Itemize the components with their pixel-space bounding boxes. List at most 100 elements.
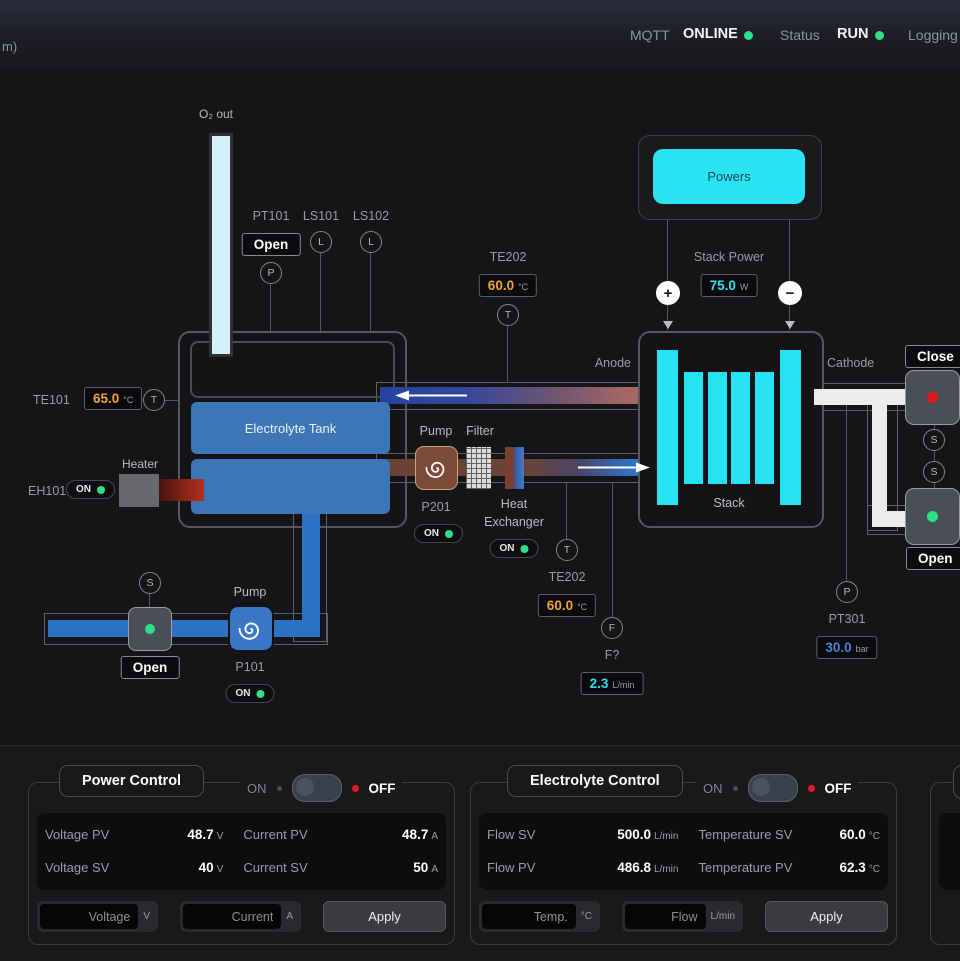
pump201-icon[interactable] [415,446,458,490]
electrolyte-apply-button[interactable]: Apply [765,901,888,932]
cathode-open-button[interactable]: Open [906,547,960,570]
pt301-connector-line [846,405,847,581]
flow-input-unit: L/min [706,911,740,922]
te202-top-value: 60.0 [488,278,514,293]
heat-exchanger-label-1: Heat [501,497,527,511]
off-indicator-dot [808,785,815,792]
pump-spiral-icon [237,615,265,643]
cathode-close-button[interactable]: Close [905,345,960,368]
power-toggle[interactable] [292,774,342,802]
heater-element [159,479,204,501]
third-control-panel: An [930,782,960,945]
on-indicator-dot [733,786,738,791]
stack-plate [780,350,801,505]
voltage-sv-label: Voltage SV [45,860,137,875]
pump101-icon[interactable] [228,605,274,652]
te101-connector-line [165,400,178,401]
on-indicator-dot [277,786,282,791]
te202-bottom-unit: °C [577,602,587,612]
current-input[interactable] [183,904,281,929]
tank-outlet-pipe-vertical [302,512,320,637]
voltage-input-unit: V [138,911,155,922]
voltage-pv-value: 48.7V [137,826,223,844]
pt101-label: PT101 [253,209,290,223]
cathode-valve-bottom[interactable] [905,488,960,545]
electrolyte-control-toggle-row: ON OFF [697,774,858,802]
stack-cell [755,372,774,484]
electrolyte-toggle[interactable] [748,774,798,802]
third-panel-data-box: An [939,813,960,890]
status-label: Status [780,27,820,43]
voltage-input[interactable] [40,904,138,929]
temperature-sv-value: 60.0°C [814,826,880,844]
electrolyte-data-box: Flow SV 500.0L/min Temperature SV 60.0°C… [479,813,888,890]
flow-sv-value: 500.0L/min [578,826,678,844]
te202-bottom-value: 60.0 [547,598,573,613]
toggle-knob [296,778,314,796]
valve-open-dot [927,511,938,522]
stack-cell [708,372,727,484]
solenoid-icon: S [923,461,945,483]
temperature-pv-value: 62.3°C [814,859,880,877]
power-apply-button[interactable]: Apply [323,901,446,932]
pump-spiral-icon [424,455,450,481]
te202-bottom-connector-line [566,482,567,539]
temperature-input-group: °C [479,901,600,932]
heater-body[interactable] [119,474,159,507]
flow-unit: L/min [612,680,634,690]
power-control-toggle-row: ON OFF [241,774,402,802]
eh101-green-dot [97,486,105,494]
electrolyte-control-title: Electrolyte Control [507,765,683,797]
filter-icon[interactable] [466,447,491,489]
temperature-input[interactable] [482,904,576,929]
stack-power-value-box: 75.0 W [701,274,758,297]
voltage-input-group: V [37,901,158,932]
te101-value: 65.0 [93,391,119,406]
tank-outlet-valve[interactable] [128,607,172,651]
heat-exchanger-icon[interactable] [505,447,524,489]
minus-terminal-icon[interactable]: − [778,281,802,305]
electrolyte-input-row: °C L/min Apply [479,901,888,932]
off-label: OFF [825,781,852,796]
mqtt-status-value: ONLINE [683,26,738,42]
tank-liquid-upper: Electrolyte Tank [191,402,390,454]
flow-pv-label: Flow PV [487,860,578,875]
plus-terminal-icon[interactable]: + [656,281,680,305]
status-value: RUN [837,26,868,42]
te101-label: TE101 [33,393,70,407]
pump101-label: Pump [234,585,267,599]
cathode-valve-top[interactable] [905,370,960,425]
tank-outlet-open-button[interactable]: Open [121,656,180,679]
flow-sv-label: Flow SV [487,827,578,842]
heater-label: Heater [122,457,158,471]
electrolyte-control-panel: Electrolyte Control ON OFF Flow SV 500.0… [470,782,897,945]
o2-pipe [209,133,233,357]
flow-input-group: L/min [622,901,743,932]
temperature-pv-label: Temperature PV [678,860,814,875]
powers-button[interactable]: Powers [653,149,805,204]
p101-on-text: ON [236,688,251,699]
current-sv-label: Current SV [223,860,360,875]
te101-value-box: 65.0 °C [84,387,142,410]
level-sensor-icon: L [360,231,382,253]
flow-input[interactable] [625,904,706,929]
table-row: Flow PV 486.8L/min Temperature PV 62.3°C [487,859,880,877]
pressure-sensor-icon: P [836,581,858,603]
te202-top-value-box: 60.0 °C [479,274,537,297]
current-input-unit: A [281,911,298,922]
status-run-dot [875,31,884,40]
temperature-sensor-icon: T [556,539,578,561]
pressure-sensor-icon: P [260,262,282,284]
third-panel-title [953,765,960,799]
table-row: Voltage SV 40V Current SV 50A [45,859,438,877]
top-bar: m) MQTT ONLINE Status RUN Logging [0,0,960,70]
filter-label: Filter [466,424,494,438]
cathode-pipe-branch [872,389,887,527]
mqtt-label: MQTT [630,27,670,43]
arrowhead-down-icon [785,321,795,329]
off-indicator-dot [352,785,359,792]
o2-out-label: O₂ out [199,107,233,121]
power-control-panel: Power Control ON OFF Voltage PV 48.7V Cu… [28,782,455,945]
tank-liquid-lower [191,459,390,514]
pt101-open-button[interactable]: Open [242,233,301,256]
